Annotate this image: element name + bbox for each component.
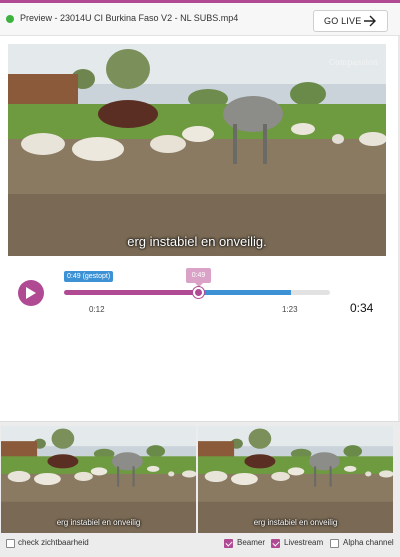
- alpha-channel-checkbox[interactable]: [330, 539, 339, 548]
- duration-label: 0:34: [350, 301, 374, 315]
- video-frame: [8, 44, 386, 256]
- preview-panel: Compassion erg instabiel en onveilig. 0:…: [0, 36, 400, 421]
- go-live-button[interactable]: GO LIVE: [313, 10, 388, 32]
- start-marker-label: 0:49 (gestopt): [64, 271, 114, 282]
- timeline-played: [64, 290, 198, 295]
- livestream-monitor: erg instabiel en onveilig: [198, 426, 393, 533]
- timeline-scrubber-handle[interactable]: [193, 287, 204, 298]
- livestream-label: Livestream: [284, 538, 324, 547]
- check-visibility-label: check zichtbaarheid: [18, 538, 89, 547]
- window-header: Preview - 23014U CI Burkina Faso V2 - NL…: [0, 0, 400, 36]
- go-live-label: GO LIVE: [324, 16, 362, 26]
- video-preview[interactable]: Compassion erg instabiel en onveilig.: [8, 44, 386, 256]
- livestream-subtitle: erg instabiel en onveilig: [253, 518, 338, 527]
- alpha-channel-label: Alpha channel: [343, 538, 394, 547]
- beamer-subtitle: erg instabiel en onveilig: [56, 518, 141, 527]
- in-time-label: 0:12: [89, 305, 105, 314]
- beamer-checkbox[interactable]: [224, 539, 233, 548]
- check-visibility-checkbox[interactable]: [6, 539, 15, 548]
- watermark-logo: Compassion: [328, 58, 378, 67]
- play-icon: [26, 287, 36, 299]
- livestream-checkbox[interactable]: [271, 539, 280, 548]
- beamer-frame: [1, 426, 196, 533]
- out-time-label: 1:23: [282, 305, 298, 314]
- output-monitors: erg instabiel en onveilig erg instabiel …: [0, 421, 400, 557]
- live-status-icon: [6, 15, 14, 23]
- timeline-range: [198, 290, 291, 295]
- livestream-frame: [198, 426, 393, 533]
- window-title: Preview - 23014U CI Burkina Faso V2 - NL…: [20, 13, 239, 23]
- arrow-right-icon: [364, 15, 376, 27]
- beamer-monitor: erg instabiel en onveilig: [1, 426, 196, 533]
- subtitle-text: erg instabiel en onveilig.: [127, 234, 267, 249]
- play-button[interactable]: [18, 280, 44, 306]
- current-time-label: 0:49: [186, 268, 211, 283]
- beamer-label: Beamer: [237, 538, 266, 547]
